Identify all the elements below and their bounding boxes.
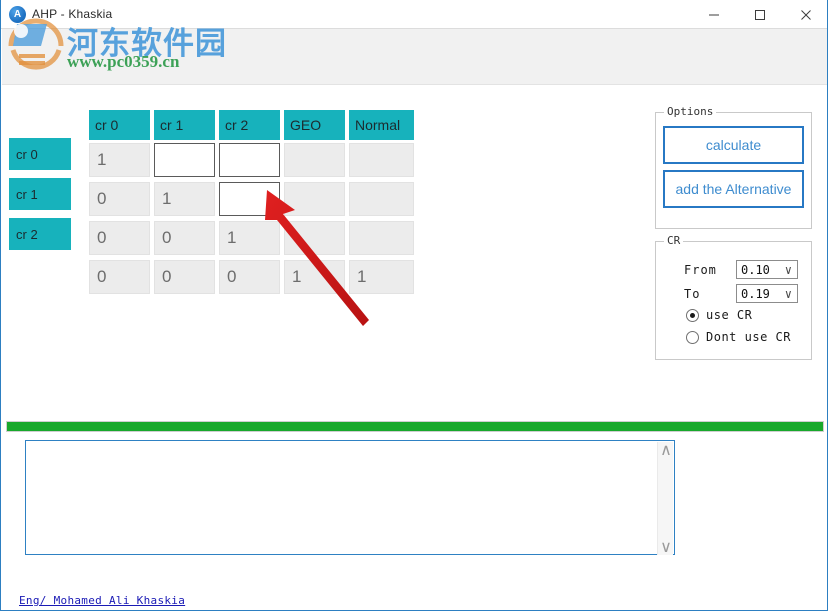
matrix-cell-r0c1[interactable] xyxy=(154,143,215,177)
matrix-cell-r2c2: 1 xyxy=(219,221,280,255)
col-header-geo: GEO xyxy=(284,110,345,140)
minimize-icon xyxy=(709,14,719,15)
matrix-cell-r0-geo xyxy=(284,143,345,177)
cr-group-title: CR xyxy=(664,234,684,247)
matrix-cell-r1-normal xyxy=(349,182,414,216)
table-row: 0 0 0 1 1 xyxy=(89,260,418,294)
progress-bar-fill xyxy=(7,422,823,431)
matrix-cell-r3c2: 0 xyxy=(219,260,280,294)
table-row: 1 xyxy=(89,143,418,177)
close-button[interactable] xyxy=(783,0,827,29)
toolbar-strip xyxy=(2,29,827,85)
matrix-cell-r0c0: 1 xyxy=(89,143,150,177)
app-window: AHP - Khaskia xyxy=(0,0,828,611)
row-label-cr0: cr 0 xyxy=(9,138,71,170)
chevron-down-icon: ∨ xyxy=(784,286,792,301)
cr-to-value: 0.19 xyxy=(741,286,770,301)
matrix-cell-r0c2[interactable] xyxy=(219,143,280,177)
cr-from-select[interactable]: 0.10 ∨ xyxy=(736,260,798,279)
chevron-down-icon: ∨ xyxy=(784,262,792,277)
table-row: 0 1 xyxy=(89,182,418,216)
cr-from-row: From 0.10 ∨ xyxy=(684,260,798,279)
minimize-button[interactable] xyxy=(691,0,737,29)
close-icon xyxy=(801,9,811,20)
dont-use-cr-label: Dont use CR xyxy=(706,330,791,344)
matrix-grid-body: 1 0 1 0 0 1 0 0 0 1 1 xyxy=(89,143,418,299)
matrix-row-labels: cr 0 cr 1 cr 2 xyxy=(9,138,71,258)
cr-to-row: To 0.19 ∨ xyxy=(684,284,798,303)
matrix-cell-r0-normal xyxy=(349,143,414,177)
matrix-cell-r3-geo: 1 xyxy=(284,260,345,294)
cr-from-label: From xyxy=(684,262,717,277)
maximize-icon xyxy=(755,9,765,20)
options-group-title: Options xyxy=(664,105,717,118)
row-label-cr2: cr 2 xyxy=(9,218,71,250)
add-alternative-button[interactable]: add the Alternative xyxy=(663,170,804,208)
matrix-cell-r1c0: 0 xyxy=(89,182,150,216)
matrix-cell-r2c0: 0 xyxy=(89,221,150,255)
window-controls xyxy=(691,0,827,29)
use-cr-radio[interactable]: use CR xyxy=(686,308,752,322)
col-header-cr0: cr 0 xyxy=(89,110,150,140)
col-header-cr1: cr 1 xyxy=(154,110,215,140)
app-icon xyxy=(9,5,26,23)
scroll-down-icon[interactable]: ∨ xyxy=(658,539,674,556)
scroll-up-icon[interactable]: ∧ xyxy=(658,442,674,459)
use-cr-label: use CR xyxy=(706,308,753,322)
progress-bar xyxy=(6,421,824,432)
matrix-cell-r1c1: 1 xyxy=(154,182,215,216)
maximize-button[interactable] xyxy=(737,0,783,29)
title-bar: AHP - Khaskia xyxy=(1,0,827,29)
radio-unselected-icon xyxy=(686,330,699,344)
matrix-cell-r2c1: 0 xyxy=(154,221,215,255)
matrix-cell-r3c0: 0 xyxy=(89,260,150,294)
calculate-button[interactable]: calculate xyxy=(663,126,804,164)
row-label-cr1: cr 1 xyxy=(9,178,71,210)
radio-selected-icon xyxy=(686,308,699,322)
output-textarea[interactable]: ∧ ∨ xyxy=(25,440,675,556)
matrix-cell-r1c2[interactable] xyxy=(219,182,280,216)
cr-to-select[interactable]: 0.19 ∨ xyxy=(736,284,798,303)
author-credit-link[interactable]: Eng/ Mohamed Ali Khaskia xyxy=(19,594,185,607)
col-header-normal: Normal xyxy=(349,110,414,140)
matrix-cell-r2-normal xyxy=(349,221,414,255)
matrix-cell-r3c1: 0 xyxy=(154,260,215,294)
matrix-cell-r2-geo xyxy=(284,221,345,255)
matrix-cell-r3-normal: 1 xyxy=(349,260,414,294)
cr-group: CR From 0.10 ∨ To 0.19 ∨ use CR Dont use… xyxy=(655,234,812,360)
dont-use-cr-radio[interactable]: Dont use CR xyxy=(686,330,791,344)
matrix-column-headers: cr 0 cr 1 cr 2 GEO Normal xyxy=(89,110,418,140)
table-row: 0 0 1 xyxy=(89,221,418,255)
col-header-cr2: cr 2 xyxy=(219,110,280,140)
options-group: Options calculate add the Alternative xyxy=(655,105,812,229)
cr-from-value: 0.10 xyxy=(741,262,770,277)
cr-to-label: To xyxy=(684,286,701,301)
matrix-cell-r1-geo xyxy=(284,182,345,216)
window-title: AHP - Khaskia xyxy=(32,7,113,21)
output-scrollbar[interactable]: ∧ ∨ xyxy=(657,442,674,556)
